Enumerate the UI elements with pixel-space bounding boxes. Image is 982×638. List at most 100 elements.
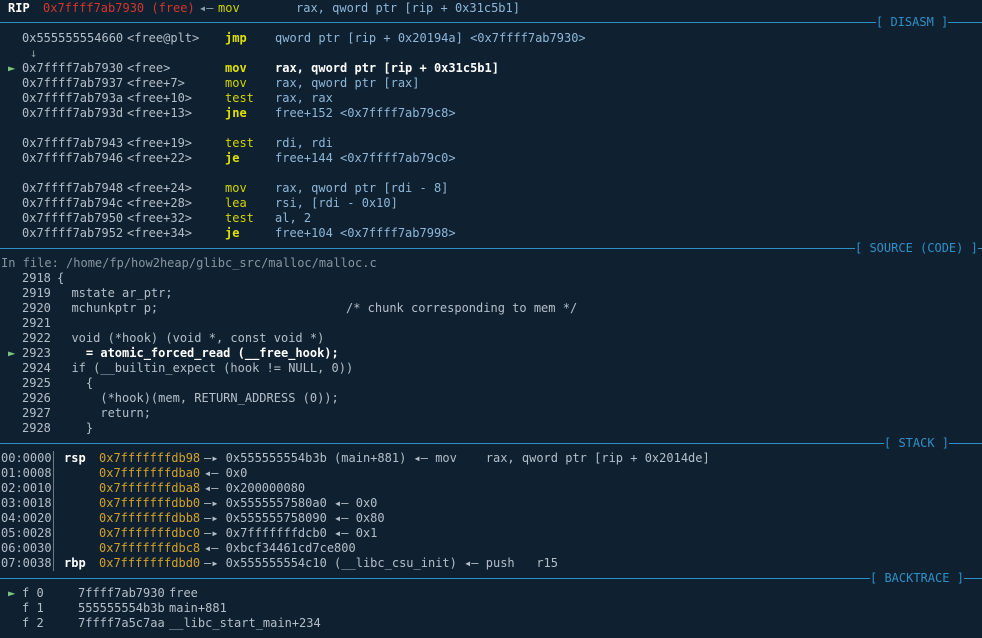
disasm-marker: ► <box>8 61 16 75</box>
stack-address: 0x7fffffffdbc0 <box>99 526 201 540</box>
stack-address: 0x7fffffffdb98 <box>99 451 201 465</box>
source-line-number: 2927 <box>22 406 51 420</box>
disasm-address: 0x7ffff7ab7937 <box>22 76 124 90</box>
stack-offset: 05:0028 <box>1 526 52 540</box>
disasm-operands: free+144 <0x7ffff7ab79c0> <box>275 151 456 165</box>
source-line-number: 2923 <box>22 346 51 360</box>
stack-address: 0x7fffffffdbd0 <box>99 556 201 570</box>
disasm-symbol: <free+22> <box>127 151 193 165</box>
disasm-symbol: <free+32> <box>127 211 193 225</box>
source-file-label: In file: /home/fp/how2heap/glibc_src/mal… <box>1 256 377 270</box>
stack-register: rbp <box>64 556 86 570</box>
disasm-operands: rax, rax <box>275 91 333 105</box>
disasm-symbol: <free> <box>127 61 171 75</box>
disasm-operands: free+152 <0x7ffff7ab79c8> <box>275 106 456 120</box>
stack-chain: —▸ 0x7fffffffdcb0 ◂— 0x1 <box>204 526 378 540</box>
disasm-address: 0x7ffff7ab793a <box>22 91 124 105</box>
disasm-opcode: je <box>225 151 240 165</box>
stack-chain: —▸ 0x555555554c10 (__libc_csu_init) ◂— p… <box>204 556 559 570</box>
disasm-address: 0x555555554660 <box>22 31 124 45</box>
disasm-symbol: <free+7> <box>127 76 185 90</box>
disasm-address: 0x7ffff7ab793d <box>22 106 124 120</box>
source-code: void (*hook) (void *, const void *) <box>57 331 325 345</box>
disasm-header: [ DISASM ] <box>0 15 982 30</box>
stack-chain: —▸ 0x5555557580a0 ◂— 0x0 <box>204 496 378 510</box>
backtrace-symbol: main+881 <box>169 601 227 615</box>
disasm-operands: al, 2 <box>275 211 312 225</box>
disasm-operands: rsi, [rdi - 0x10] <box>275 196 398 210</box>
source-code: { <box>57 271 65 285</box>
stack-chain: —▸ 0x555555554b3b (main+881) ◂— mov rax,… <box>204 451 710 465</box>
disasm-symbol: <free@plt> <box>127 31 200 45</box>
backtrace-address: 7ffff7ab7930 <box>78 586 165 600</box>
disasm-opcode: test <box>225 136 254 150</box>
disasm-operands: rax, qword ptr [rip + 0x31c5b1] <box>275 61 499 75</box>
backtrace-symbol: free <box>169 586 198 600</box>
source-line-number: 2926 <box>22 391 51 405</box>
disasm-symbol: <free+19> <box>127 136 193 150</box>
stack-offset: 02:0010 <box>1 481 52 495</box>
disasm-opcode: test <box>225 91 254 105</box>
backtrace-marker: ► <box>8 586 16 600</box>
disasm-opcode: jne <box>225 106 247 120</box>
disasm-operands: rax, qword ptr [rax] <box>275 76 420 90</box>
backtrace-address: 7ffff7a5c7aa <box>78 616 165 630</box>
disasm-symbol: <free+28> <box>127 196 193 210</box>
disasm-address: 0x7ffff7ab7943 <box>22 136 124 150</box>
source-line-number: 2925 <box>22 376 51 390</box>
source-file-label-line: In file: /home/fp/how2heap/glibc_src/mal… <box>0 256 377 271</box>
disasm-operands: free+104 <0x7ffff7ab7998> <box>275 226 456 240</box>
source-header-rule <box>0 248 982 249</box>
source-code: mchunkptr p; /* chunk corresponding to m… <box>57 301 578 315</box>
disasm-opcode: jmp <box>225 31 247 45</box>
stack-chain: ◂— 0x200000080 <box>204 481 306 495</box>
disasm-address: 0x7ffff7ab7948 <box>22 181 124 195</box>
rip-operands: rax, qword ptr [rip + 0x31c5b1] <box>296 1 520 15</box>
source-line-number: 2919 <box>22 286 51 300</box>
disasm-marker: ↓ <box>30 46 38 60</box>
backtrace-title: [ BACKTRACE ] <box>870 571 964 585</box>
rip-instruction: mov <box>218 1 240 15</box>
disasm-symbol: <free+34> <box>127 226 193 240</box>
backtrace-address: 555555554b3b <box>78 601 165 615</box>
stack-address: 0x7fffffffdbb8 <box>99 511 201 525</box>
stack-address: 0x7fffffffdbc8 <box>99 541 201 555</box>
source-code: = atomic_forced_read (__free_hook); <box>57 346 339 360</box>
rip-address: 0x7ffff7ab7930 (free) <box>43 1 195 15</box>
backtrace-header-rule <box>0 578 982 579</box>
source-line-number: 2918 <box>22 271 51 285</box>
disasm-symbol: <free+10> <box>127 91 193 105</box>
source-line-number: 2922 <box>22 331 51 345</box>
terminal-window: RIP 0x7ffff7ab7930 (free) ◂— mov rax, qw… <box>0 0 982 638</box>
source-title: [ SOURCE (CODE) ] <box>855 241 978 255</box>
backtrace-frame-number: f 2 <box>22 616 44 630</box>
disasm-opcode: test <box>225 211 254 225</box>
stack-offset: 04:0020 <box>1 511 52 525</box>
disasm-opcode: mov <box>225 76 247 90</box>
stack-register: rsp <box>64 451 86 465</box>
stack-address: 0x7fffffffdba0 <box>99 466 201 480</box>
backtrace-frame-number: f 1 <box>22 601 44 615</box>
source-code: mstate ar_ptr; <box>57 286 173 300</box>
source-line-number: 2920 <box>22 301 51 315</box>
stack-offset: 00:0000 <box>1 451 52 465</box>
source-code: (*hook)(mem, RETURN_ADDRESS (0)); <box>57 391 339 405</box>
disasm-opcode: mov <box>225 181 247 195</box>
source-line-number: 2921 <box>22 316 51 330</box>
source-code: return; <box>57 406 151 420</box>
backtrace-header: [ BACKTRACE ] <box>0 571 982 586</box>
stack-divider <box>53 451 54 571</box>
disasm-operands: rdi, rdi <box>275 136 333 150</box>
disasm-title: [ DISASM ] <box>876 15 949 29</box>
source-code: { <box>57 376 94 390</box>
source-code: } <box>57 421 94 435</box>
stack-chain: ◂— 0x0 <box>204 466 248 480</box>
disasm-address: 0x7ffff7ab7950 <box>22 211 124 225</box>
backtrace-symbol: __libc_start_main+234 <box>169 616 321 630</box>
disasm-address: 0x7ffff7ab7930 <box>22 61 124 75</box>
disasm-symbol: <free+24> <box>127 181 193 195</box>
disasm-symbol: <free+13> <box>127 106 193 120</box>
source-marker: ► <box>8 346 16 360</box>
stack-header-rule <box>0 443 982 444</box>
stack-title: [ STACK ] <box>884 436 950 450</box>
